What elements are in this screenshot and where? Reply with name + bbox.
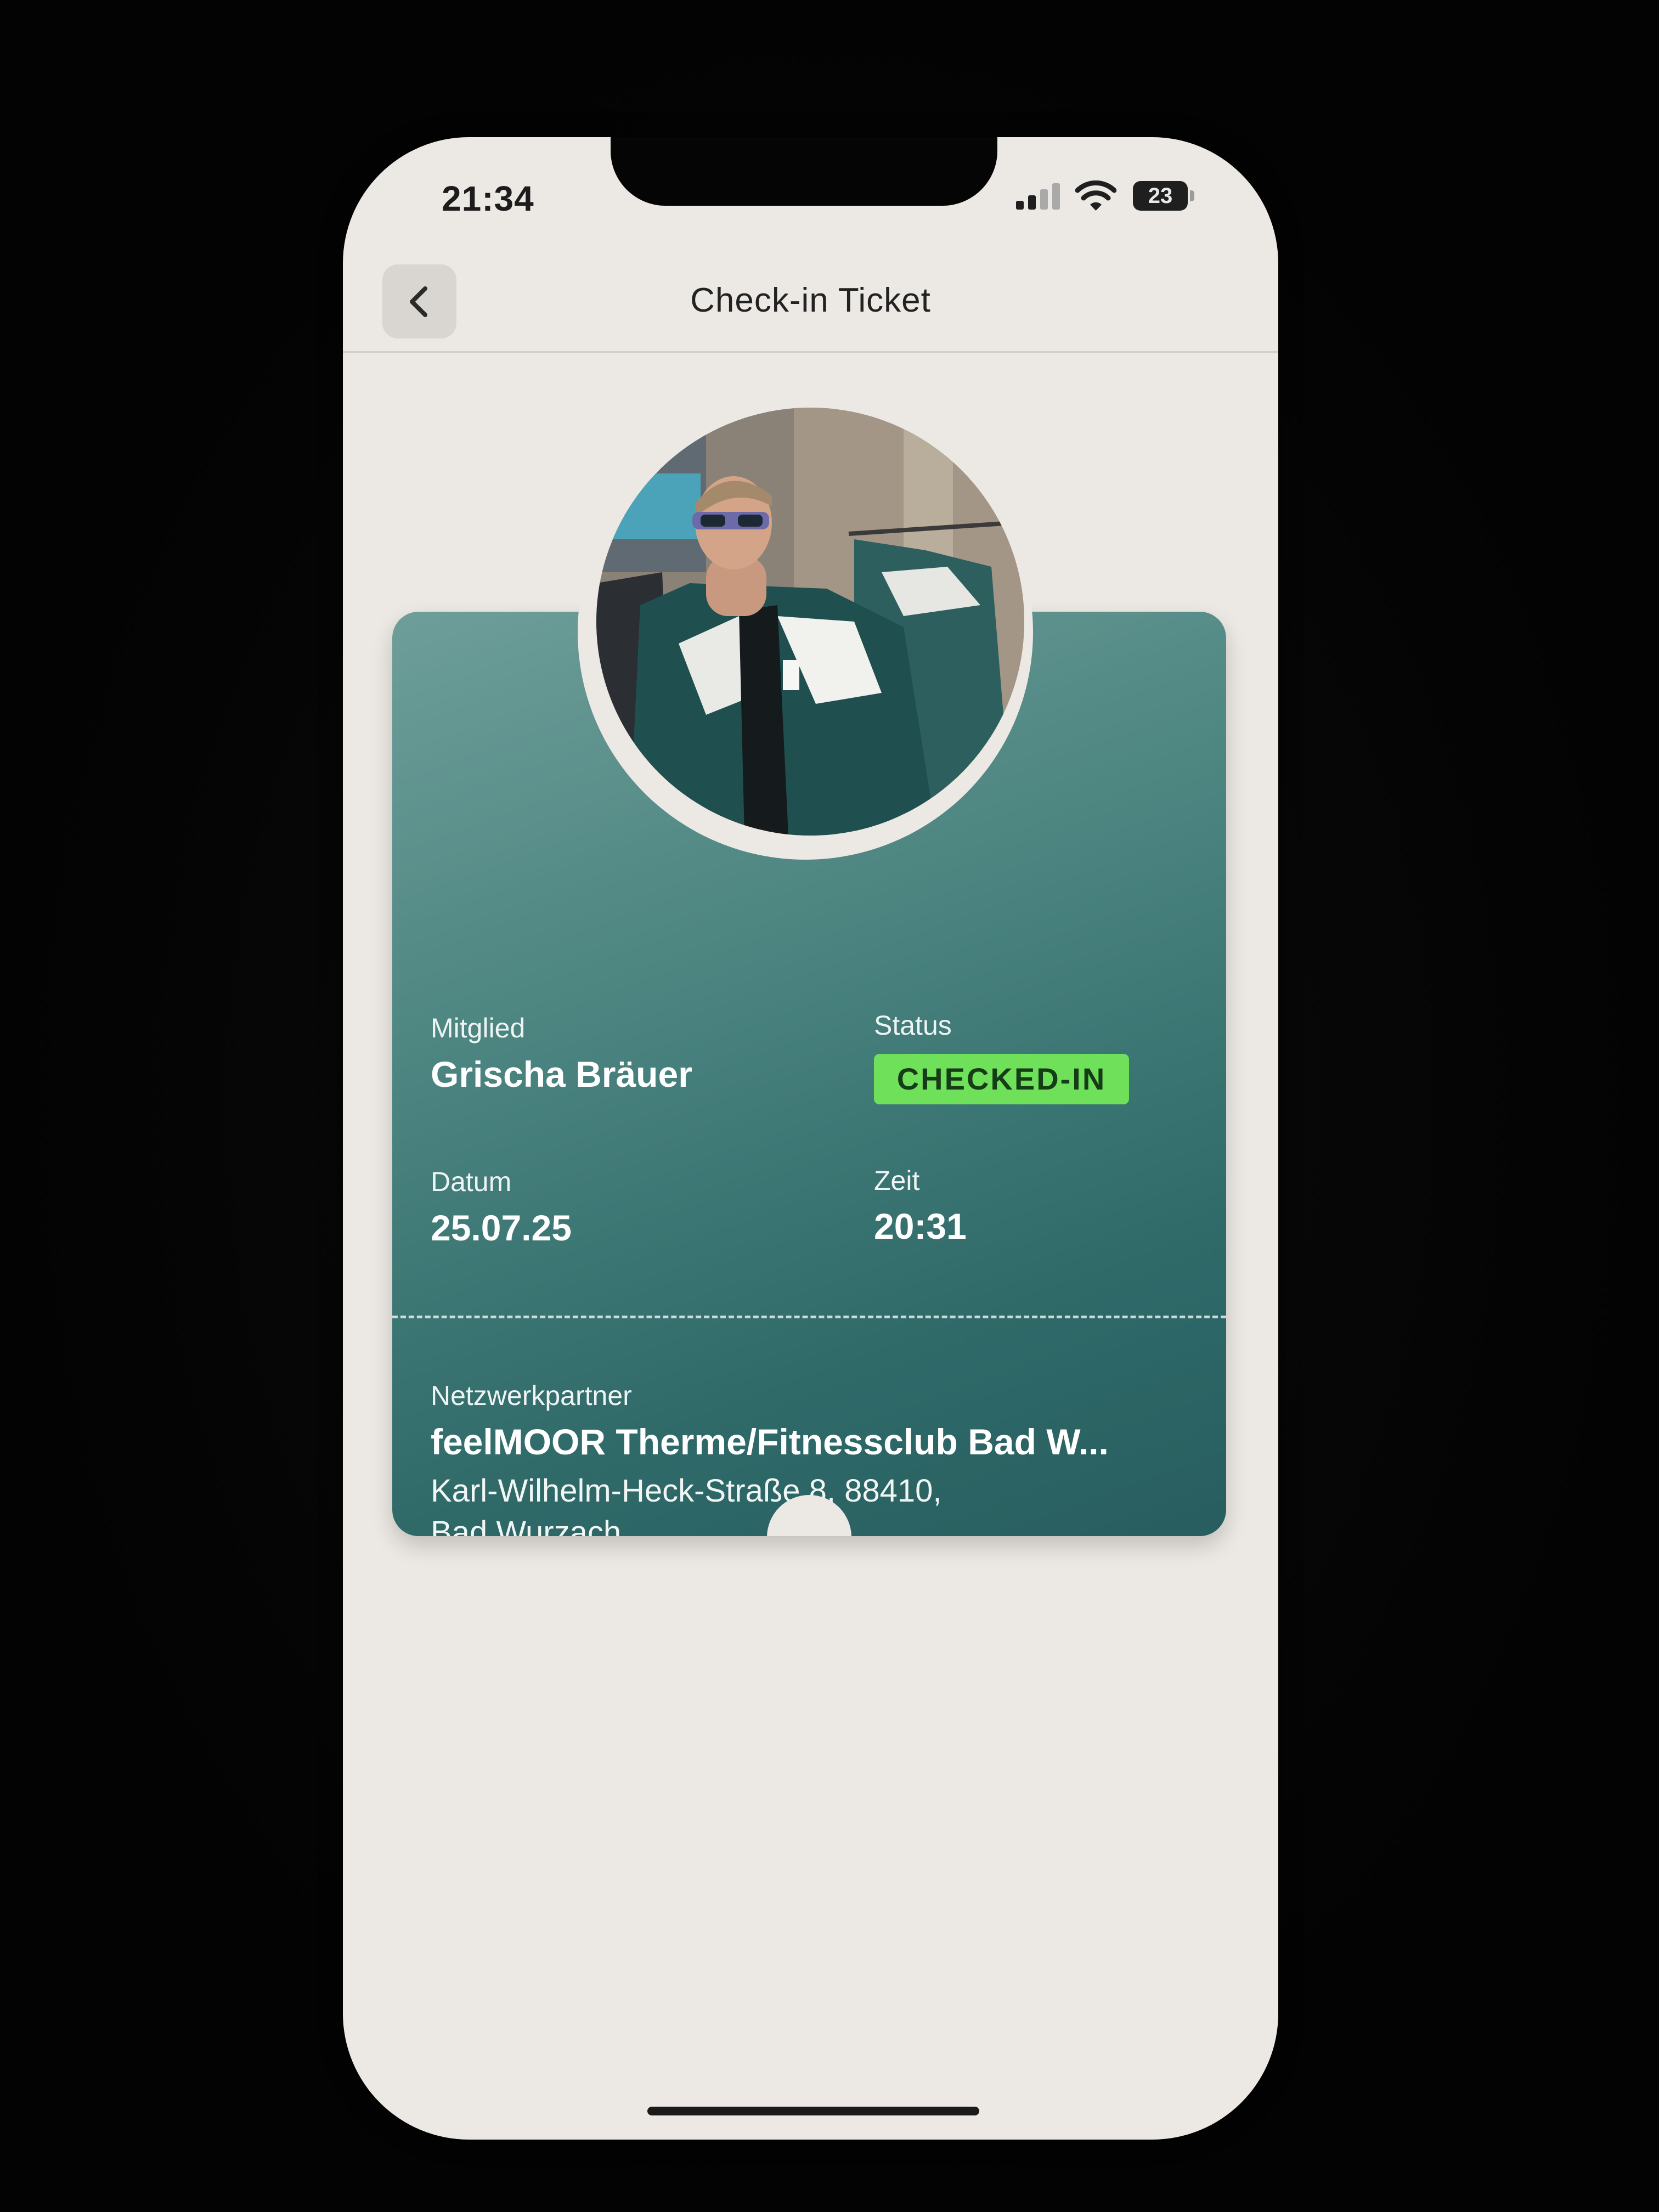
status-badge: CHECKED-IN [874,1054,1129,1104]
phone-screen: 21:34 23 Check-in Ticket Mitglied Grisch… [343,137,1278,2140]
home-indicator[interactable] [647,2107,979,2115]
partner-name: feelMOOR Therme/Fitnessclub Bad W... [431,1421,1109,1462]
cellular-signal-icon [1016,183,1060,210]
member-photo [596,408,1024,836]
status-time: 21:34 [442,179,534,218]
avatar [596,408,1024,836]
date-label: Datum [431,1166,512,1197]
time-label: Zeit [874,1165,920,1196]
wifi-icon [1075,180,1116,211]
photo-background: 21:34 23 Check-in Ticket Mitglied Grisch… [0,0,1659,2212]
partner-label: Netzwerkpartner [431,1380,632,1411]
status-label: Status [874,1010,952,1041]
page-title: Check-in Ticket [690,281,931,319]
member-label: Mitglied [431,1013,526,1043]
navigation-bar: Check-in Ticket [343,258,1278,353]
status-bar: 21:34 23 [343,137,1278,225]
date-value: 25.07.25 [431,1207,572,1248]
battery-icon: 23 [1133,181,1196,212]
battery-level: 23 [1148,184,1173,208]
member-name: Grischa Bräuer [431,1054,692,1094]
ticket-perforation [392,1316,1226,1318]
time-value: 20:31 [874,1206,967,1246]
battery-cap [1190,190,1194,201]
